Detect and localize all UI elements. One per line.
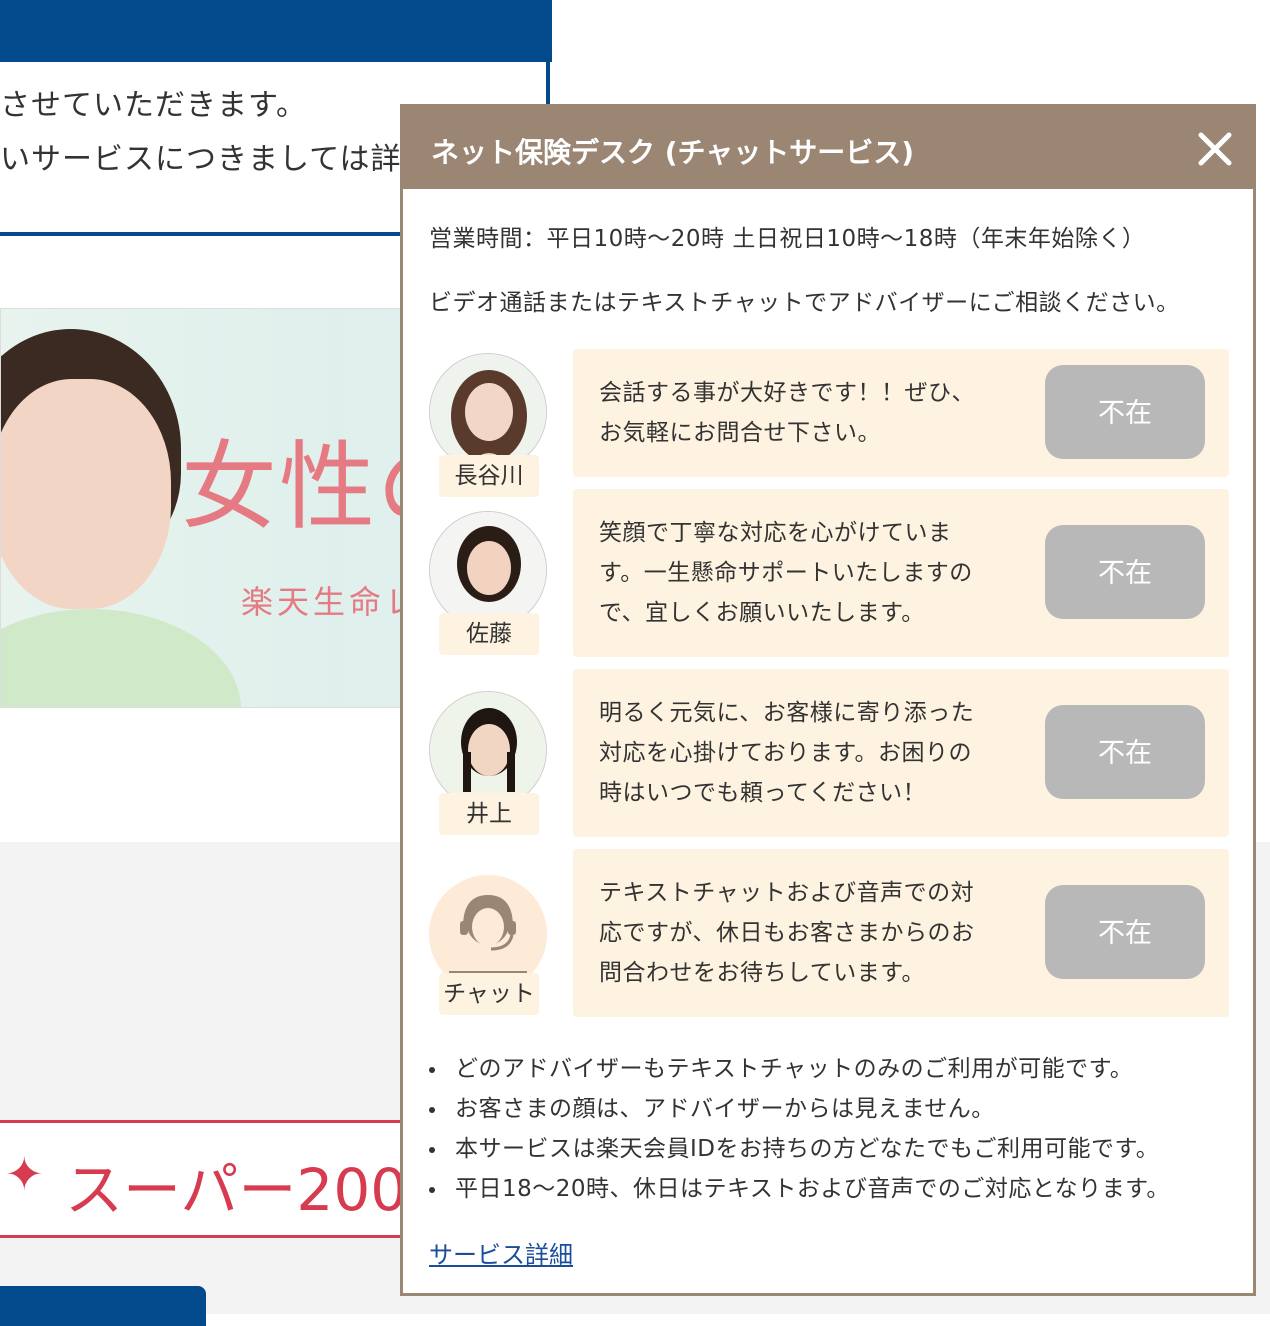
note-item: 本サービスは楽天会員IDをお持ちの方どなたでもご利用可能です。 bbox=[427, 1129, 1227, 1169]
note-item: どのアドバイザーもテキストチャットのみのご利用が可能です。 bbox=[427, 1049, 1227, 1089]
super2000-label: スーパー2000 bbox=[65, 1156, 445, 1224]
person-photo-icon bbox=[430, 692, 546, 808]
advisor-message-line: お気軽にお問合せ下さい。 bbox=[599, 420, 881, 446]
advisor-message-line: 問合わせをお待ちしています。 bbox=[599, 960, 926, 986]
service-details-link[interactable]: サービス詳細 bbox=[429, 1235, 573, 1270]
close-button[interactable] bbox=[1195, 129, 1235, 169]
chat-service-modal: ネット保険デスク (チャットサービス) 営業時間：平日10時〜20時 土日祝日1… bbox=[400, 104, 1256, 1296]
modal-header: ネット保険デスク (チャットサービス) bbox=[403, 107, 1253, 189]
advisor-photo bbox=[429, 511, 547, 629]
advisor-avatar-wrap: 井上 bbox=[427, 669, 551, 835]
note-item: お客さまの顔は、アドバイザーからは見えません。 bbox=[427, 1089, 1227, 1129]
advisor-status-button[interactable]: 不在 bbox=[1045, 705, 1205, 799]
advisor-message-line: テキストチャットおよび音声での対 bbox=[599, 880, 975, 906]
advisor-message-line: 明るく元気に、お客様に寄り添った bbox=[599, 700, 975, 726]
advisor-row: チャット テキストチャットおよび音声での対 応ですが、休日もお客さまからのお 問… bbox=[427, 849, 1231, 1017]
advisor-message-line: 応ですが、休日もお客さまからのお bbox=[599, 920, 975, 946]
advisor-row: 佐藤 笑顔で丁寧な対応を心がけていま す。一生懸命サポートいたしますの で、宜し… bbox=[427, 489, 1231, 657]
advisor-name: 井上 bbox=[439, 793, 539, 835]
advisor-card: 明るく元気に、お客様に寄り添った 対応を心掛けております。お困りの 時はいつでも… bbox=[573, 669, 1229, 837]
banner-person-face bbox=[1, 379, 171, 609]
advisor-photo bbox=[429, 353, 547, 471]
bottom-blue-button[interactable] bbox=[0, 1286, 206, 1326]
notice-line-1: させていただきます。 bbox=[0, 88, 307, 123]
advisor-status-button[interactable]: 不在 bbox=[1045, 525, 1205, 619]
advisor-status-button[interactable]: 不在 bbox=[1045, 365, 1205, 459]
super2000-banner[interactable]: ✦ スーパー2000 bbox=[0, 1120, 444, 1238]
advisor-avatar-wrap: 佐藤 bbox=[427, 489, 551, 655]
advisor-row: 井上 明るく元気に、お客様に寄り添った 対応を心掛けております。お困りの 時はい… bbox=[427, 669, 1231, 837]
advisor-card: 会話する事が大好きです！！ぜひ、 お気軽にお問合せ下さい。 不在 bbox=[573, 349, 1229, 477]
advisor-status-button[interactable]: 不在 bbox=[1045, 885, 1205, 979]
advisor-name: 佐藤 bbox=[439, 613, 539, 655]
business-hours: 営業時間：平日10時〜20時 土日祝日10時〜18時（年末年始除く） bbox=[429, 226, 1146, 252]
advisor-message-line: す。一生懸命サポートいたしますの bbox=[599, 560, 973, 586]
advisor-message-line: で、宜しくお願いいたします。 bbox=[599, 600, 925, 626]
notes-list: どのアドバイザーもテキストチャットのみのご利用が可能です。 お客さまの顔は、アド… bbox=[427, 1049, 1227, 1209]
advisor-photo bbox=[429, 691, 547, 809]
advisor-avatar-wrap: チャット bbox=[427, 849, 551, 1015]
note-item: 平日18〜20時、休日はテキストおよび音声でのご対応となります。 bbox=[427, 1169, 1227, 1209]
notice-line-2: いサービスにつきましては詳 bbox=[0, 142, 402, 177]
advisor-message-line: 対応を心掛けております。お困りの bbox=[599, 740, 973, 766]
advisor-row: 長谷川 会話する事が大好きです！！ぜひ、 お気軽にお問合せ下さい。 不在 bbox=[427, 349, 1231, 497]
advisor-name: チャット bbox=[439, 973, 539, 1015]
banner-person-body bbox=[1, 609, 241, 707]
advisor-message-line: 会話する事が大好きです！！ぜひ、 bbox=[599, 380, 975, 406]
person-photo-icon bbox=[430, 354, 546, 470]
banner-subtitle: 楽天生命レ bbox=[241, 583, 422, 621]
intro-text: ビデオ通話またはテキストチャットでアドバイザーにご相談ください。 bbox=[429, 290, 1180, 316]
advisor-avatar-wrap: 長谷川 bbox=[427, 349, 551, 499]
advisor-card: 笑顔で丁寧な対応を心がけていま す。一生懸命サポートいたしますの で、宜しくお願… bbox=[573, 489, 1229, 657]
advisor-message-line: 笑顔で丁寧な対応を心がけていま bbox=[599, 520, 952, 546]
advisor-message-line: 時はいつでも頼ってください！ bbox=[599, 780, 927, 806]
advisor-card: テキストチャットおよび音声での対 応ですが、休日もお客さまからのお 問合わせをお… bbox=[573, 849, 1229, 1017]
page-header-bar bbox=[0, 0, 552, 62]
person-photo-icon bbox=[430, 512, 546, 628]
close-icon bbox=[1198, 132, 1232, 166]
modal-title: ネット保険デスク (チャットサービス) bbox=[431, 136, 915, 169]
gift-icon: ✦ bbox=[5, 1147, 44, 1201]
